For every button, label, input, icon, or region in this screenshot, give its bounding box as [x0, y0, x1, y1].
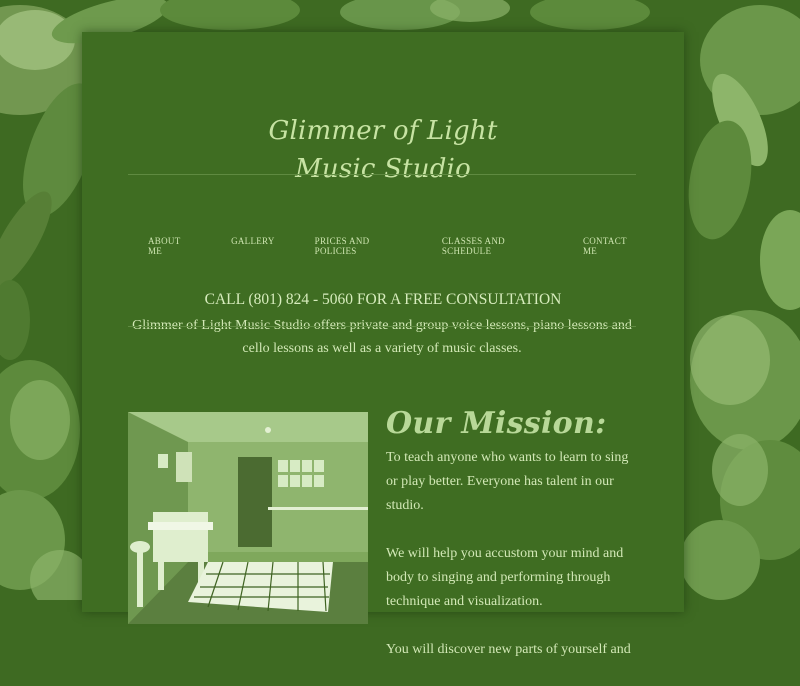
nav-item-prices-and-policies[interactable]: PRICES AND POLICIES — [295, 236, 422, 256]
consultation-cta: CALL (801) 824 - 5060 FOR A FREE CONSULT… — [204, 291, 562, 308]
site-title-line1: Glimmer of Light — [268, 116, 498, 146]
nav-item-about-me[interactable]: ABOUT ME — [128, 236, 211, 256]
mission-paragraph: We will help you accustom your mind and … — [386, 546, 624, 609]
content-panel: Glimmer of Light Music Studio ABOUT ME G… — [82, 32, 684, 657]
nav-item-classes-and-schedule[interactable]: CLASSES AND SCHEDULE — [422, 236, 563, 256]
site-title[interactable]: Glimmer of Light Music Studio — [82, 112, 684, 188]
header-divider — [128, 174, 636, 175]
mission-paragraph: You will discover new parts of yourself … — [386, 642, 631, 657]
studio-intro: Glimmer of Light Music Studio offers pri… — [132, 318, 632, 356]
studio-room-photo — [128, 412, 368, 624]
mission-text: To teach anyone who wants to learn to si… — [386, 446, 642, 686]
mission-paragraph: To teach anyone who wants to learn to si… — [386, 450, 629, 513]
mission-heading: Our Mission: — [386, 406, 607, 441]
main-nav: ABOUT ME GALLERY PRICES AND POLICIES CLA… — [128, 236, 636, 256]
intro-divider — [128, 326, 636, 327]
nav-item-contact-me[interactable]: CONTACT ME — [563, 236, 636, 256]
site-title-line2: Music Studio — [295, 154, 471, 184]
nav-item-gallery[interactable]: GALLERY — [211, 236, 295, 256]
